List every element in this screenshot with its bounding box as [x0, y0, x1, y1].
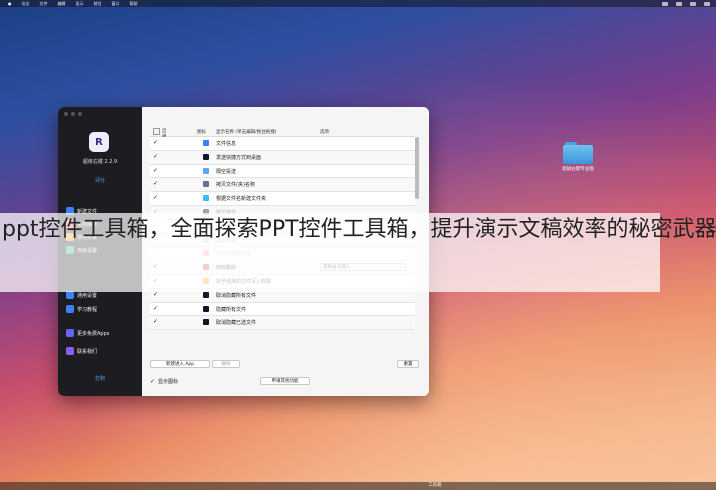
- sidebar-item-label: 联系我们: [77, 348, 98, 355]
- menu-item-name[interactable]: 取消隐藏已选文件: [216, 319, 256, 326]
- menu-item-name[interactable]: 隐藏所有文件: [216, 306, 246, 313]
- delete-button[interactable]: 删除: [212, 360, 240, 368]
- menu-item-go[interactable]: 前往: [94, 1, 102, 7]
- control-center-icon[interactable]: [690, 1, 696, 6]
- folder-icon: [563, 142, 593, 164]
- search-icon[interactable]: [704, 1, 710, 6]
- dock-label: 工具箱: [428, 483, 442, 488]
- col-header-name: 显示名称 (单击编辑/拖住拖拽): [216, 129, 277, 135]
- enable-checkbox[interactable]: ✓: [153, 305, 159, 312]
- col-header-enabled: 启用: [153, 128, 167, 140]
- menu-item-edit[interactable]: 编辑: [58, 1, 66, 7]
- menu-item-icon: [203, 291, 209, 298]
- menu-item-name[interactable]: 拷贝文件(夹)名称: [216, 181, 255, 188]
- scrollbar[interactable]: [415, 137, 419, 199]
- overlay-banner: ppt控件工具箱，全面探索PPT控件工具箱，提升演示文稿效率的秘密武器: [0, 213, 716, 292]
- enable-checkbox[interactable]: ✓: [153, 195, 159, 201]
- sidebar-item-icon: [66, 291, 74, 299]
- menu-item-icon: [203, 181, 209, 188]
- menu-item-icon: [203, 167, 209, 174]
- menu-item-icon: [203, 319, 209, 326]
- menu-item-icon: [203, 153, 209, 160]
- enable-checkbox[interactable]: ✓: [153, 319, 159, 325]
- apple-menu-icon[interactable]: ●: [8, 1, 12, 6]
- sidebar-item[interactable]: 通用设置: [66, 291, 140, 299]
- enable-checkbox[interactable]: ✓: [153, 153, 159, 160]
- sidebar-item-icon: [66, 347, 74, 355]
- reset-button[interactable]: 重置: [397, 360, 419, 368]
- show-icon-label: 显示图标: [158, 379, 179, 385]
- enable-checkbox[interactable]: ✓: [153, 140, 159, 146]
- table-row[interactable]: ✓ 隐藏所有文件: [150, 302, 415, 317]
- menu-item-file[interactable]: 文件: [40, 1, 48, 7]
- menu-item-icon: [203, 305, 209, 312]
- dock-bar: 工具箱: [0, 482, 716, 490]
- app-name: 超级右键 2.2.9: [82, 159, 118, 165]
- enable-checkbox[interactable]: ✓: [153, 291, 159, 298]
- rate-link[interactable]: 评分: [58, 177, 142, 184]
- menu-item-name[interactable]: 根据文件名新建文件夹: [216, 195, 266, 202]
- menu-item-finder[interactable]: 访达: [22, 1, 30, 7]
- status-icons: [662, 0, 710, 7]
- menu-item-window[interactable]: 窗口: [112, 1, 120, 7]
- sidebar-item[interactable]: 联系我们: [66, 347, 140, 355]
- table-row[interactable]: ✓ 隔空投送: [150, 164, 415, 179]
- table-header: 启用 图标 显示名称 (单击编辑/拖住拖拽) 选项: [150, 127, 415, 140]
- menu-bar: ● 访达 文件 编辑 显示 前往 窗口 帮助: [0, 0, 716, 7]
- window-controls: [64, 112, 82, 116]
- sidebar-item-label: 更多免费Apps: [77, 330, 110, 337]
- sidebar-item-label: 通用设置: [77, 292, 98, 299]
- folder-label: 超级右键专业版: [562, 167, 594, 172]
- sidebar-item[interactable]: 学习教程: [66, 305, 140, 313]
- table-row[interactable]: ✓ 发送快捷方式到桌面: [150, 150, 415, 165]
- table-row[interactable]: ✓ 文件信息: [150, 137, 415, 151]
- new-app-button[interactable]: 新建进入 App: [150, 360, 210, 368]
- menu-item-view[interactable]: 显示: [76, 1, 84, 7]
- minimize-button[interactable]: [71, 112, 75, 116]
- zoom-button[interactable]: [78, 112, 82, 116]
- sidebar-item-label: 学习教程: [77, 306, 98, 313]
- show-icon-toggle[interactable]: ✓ 显示图标: [150, 378, 178, 385]
- table-row[interactable]: ✓ 取消隐藏已选文件: [150, 316, 415, 331]
- sidebar-item[interactable]: 更多免费Apps: [66, 329, 140, 337]
- battery-icon[interactable]: [676, 1, 682, 6]
- menu-item-name[interactable]: 发送快捷方式到桌面: [216, 154, 261, 161]
- desktop-folder[interactable]: 超级右键专业版: [561, 142, 595, 172]
- menu-item-name[interactable]: 取消隐藏所有文件: [216, 292, 256, 299]
- purchase-link[interactable]: 打购: [58, 375, 142, 382]
- menu-item-name[interactable]: 文件信息: [216, 140, 236, 147]
- menu-item-name[interactable]: 隔空投送: [216, 168, 236, 175]
- sidebar-item-icon: [66, 305, 74, 313]
- select-all-checkbox[interactable]: [153, 128, 160, 135]
- close-button[interactable]: [64, 112, 68, 116]
- menu-item-icon: [203, 140, 209, 146]
- show-icon-checkbox[interactable]: ✓: [150, 378, 156, 385]
- request-feature-button[interactable]: 申请其他功能: [260, 377, 310, 385]
- overlay-text: ppt控件工具箱，全面探索PPT控件工具箱，提升演示文稿效率的秘密武器: [2, 217, 716, 242]
- table-row[interactable]: ✓ 根据文件名新建文件夹: [150, 192, 415, 206]
- col-header-icon: 图标: [197, 129, 206, 135]
- wifi-icon[interactable]: [662, 1, 668, 6]
- enable-checkbox[interactable]: ✓: [153, 167, 159, 174]
- sidebar-item-icon: [66, 329, 74, 337]
- enable-checkbox[interactable]: ✓: [153, 181, 159, 187]
- table-row[interactable]: ✓ 拷贝文件(夹)名称: [150, 178, 415, 193]
- col-header-options: 选项: [320, 129, 329, 135]
- menu-item-icon: [203, 195, 209, 202]
- menu-item-help[interactable]: 帮助: [130, 1, 138, 7]
- app-logo-icon: R: [89, 132, 109, 152]
